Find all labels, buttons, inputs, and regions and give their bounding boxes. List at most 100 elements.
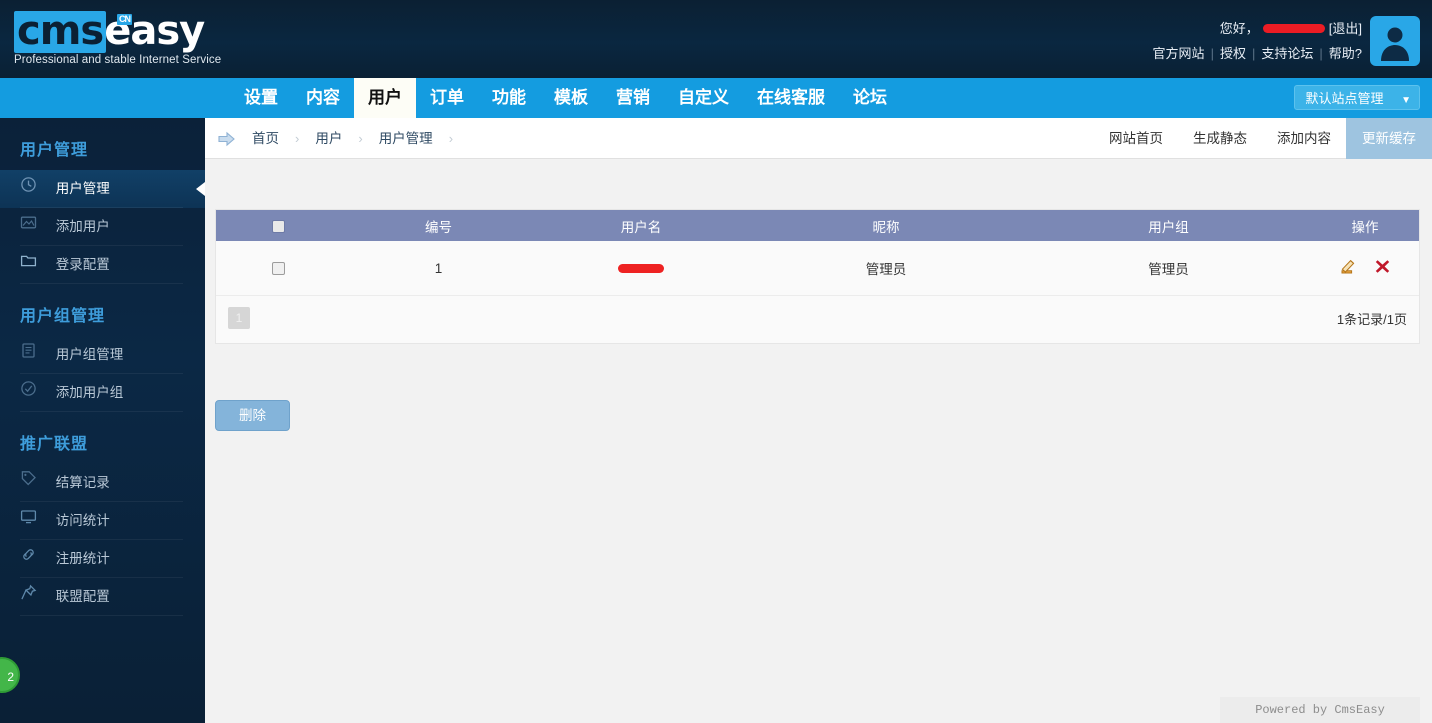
- col-username: 用户名: [536, 210, 746, 241]
- sidebar-item-label: 注册统计: [55, 551, 110, 567]
- breadcrumb-user-manage[interactable]: 用户管理: [379, 131, 433, 146]
- link-help[interactable]: 帮助?: [1329, 46, 1362, 61]
- table-header-row: 编号 用户名 昵称 用户组 操作: [216, 210, 1419, 241]
- sidebar-item-label: 访问统计: [55, 513, 110, 529]
- chevron-down-icon: ▼: [1401, 95, 1411, 106]
- action-site-home[interactable]: 网站首页: [1094, 118, 1178, 159]
- record-summary: 1条记录/1页: [1336, 312, 1407, 327]
- sidebar-section-title-affiliate: 推广联盟: [20, 436, 89, 453]
- col-id: 编号: [341, 210, 536, 241]
- cell-id: 1: [341, 241, 536, 295]
- document-icon: [20, 336, 44, 374]
- col-nickname: 昵称: [746, 210, 1026, 241]
- avatar[interactable]: [1370, 16, 1420, 66]
- nav-tab-features[interactable]: 功能: [478, 78, 540, 118]
- content-area: 编号 用户名 昵称 用户组 操作 1 管理员 管理员 1 1条记录/1页 删除 …: [205, 159, 1432, 723]
- folder-icon: [20, 246, 44, 284]
- col-usergroup: 用户组: [1026, 210, 1311, 241]
- link-support-forum[interactable]: 支持论坛: [1261, 46, 1313, 61]
- nav-tab-forum[interactable]: 论坛: [839, 78, 901, 118]
- select-all-checkbox[interactable]: [272, 219, 285, 233]
- delete-icon[interactable]: [1375, 259, 1390, 277]
- table-body: 1 管理员 管理员: [216, 241, 1419, 295]
- sidebar-item-label: 用户管理: [55, 181, 110, 197]
- breadcrumb-separator: ›: [358, 131, 363, 146]
- pin-icon: [20, 578, 44, 616]
- greeting-text: 您好，: [1219, 21, 1259, 36]
- edit-icon[interactable]: [1340, 258, 1357, 278]
- action-generate-static[interactable]: 生成静态: [1178, 118, 1262, 159]
- arrow-right-icon: [217, 129, 237, 154]
- monitor-icon: [20, 502, 44, 540]
- sidebar-item-add-usergroup[interactable]: 添加用户组: [0, 374, 205, 412]
- page-button-1[interactable]: 1: [228, 307, 250, 329]
- link-official-site[interactable]: 官方网站: [1153, 46, 1205, 61]
- col-operations: 操作: [1311, 210, 1419, 241]
- breadcrumb-bar: 首页 › 用户 › 用户管理 › 网站首页 生成静态 添加内容 更新缓存: [205, 118, 1432, 159]
- link-separator: |: [1251, 46, 1256, 61]
- logout-link[interactable]: [退出]: [1329, 21, 1362, 36]
- sidebar-item-label: 登录配置: [55, 257, 110, 273]
- site-selector[interactable]: 默认站点管理 ▼: [1294, 85, 1420, 110]
- nav-tab-settings[interactable]: 设置: [230, 78, 292, 118]
- breadcrumb-separator: ›: [295, 131, 300, 146]
- delete-button[interactable]: 删除: [215, 400, 290, 431]
- breadcrumb-users[interactable]: 用户: [315, 131, 342, 146]
- main-navbar: 设置 内容 用户 订单 功能 模板 营销 自定义 在线客服 论坛 默认站点管理 …: [0, 78, 1432, 118]
- nav-tab-users[interactable]: 用户: [354, 78, 416, 118]
- top-header: cmseasy CN Professional and stable Inter…: [0, 0, 1432, 78]
- active-pointer-icon: [196, 182, 205, 196]
- nav-items: 设置 内容 用户 订单 功能 模板 营销 自定义 在线客服 论坛: [230, 78, 901, 118]
- sidebar-item-login-config[interactable]: 登录配置: [0, 246, 205, 284]
- cell-usergroup: 管理员: [1026, 241, 1311, 295]
- sidebar-item-register-stats[interactable]: 注册统计: [0, 540, 205, 578]
- logo-cn-badge: CN: [117, 14, 132, 25]
- tag-icon: [20, 464, 44, 502]
- breadcrumb-home[interactable]: 首页: [252, 131, 279, 146]
- cell-select: [216, 241, 341, 295]
- nav-tab-marketing[interactable]: 营销: [602, 78, 664, 118]
- sidebar-item-settlement-records[interactable]: 结算记录: [0, 464, 205, 502]
- clock-icon: [20, 170, 44, 208]
- nav-tab-templates[interactable]: 模板: [540, 78, 602, 118]
- breadcrumb-actions: 网站首页 生成静态 添加内容 更新缓存: [1094, 118, 1432, 159]
- nav-tab-orders[interactable]: 订单: [416, 78, 478, 118]
- link-authorization[interactable]: 授权: [1220, 46, 1246, 61]
- table-header: 编号 用户名 昵称 用户组 操作: [216, 210, 1419, 241]
- notification-badge[interactable]: 2: [0, 657, 20, 693]
- check-circle-icon: [20, 374, 44, 412]
- sidebar-item-label: 用户组管理: [55, 347, 124, 363]
- link-icon: [20, 540, 44, 578]
- nav-tab-online-service[interactable]: 在线客服: [743, 78, 839, 118]
- nav-tab-content[interactable]: 内容: [292, 78, 354, 118]
- cell-actions: [1311, 241, 1419, 295]
- table-row: 1 管理员 管理员: [216, 241, 1419, 295]
- link-separator: |: [1210, 46, 1214, 61]
- sidebar-item-affiliate-config[interactable]: 联盟配置: [0, 578, 205, 616]
- sidebar-item-visit-stats[interactable]: 访问统计: [0, 502, 205, 540]
- sidebar: 用户管理 用户管理 添加用户 登录配置 用户组管理 用户组管理 添加用户组 推广…: [0, 118, 205, 723]
- nav-tab-custom[interactable]: 自定义: [664, 78, 743, 118]
- pagination: 1 1条记录/1页: [216, 295, 1419, 343]
- user-table: 编号 用户名 昵称 用户组 操作 1 管理员 管理员: [216, 210, 1419, 295]
- logo[interactable]: cmseasy CN Professional and stable Inter…: [14, 11, 244, 69]
- image-icon: [20, 208, 44, 246]
- username-redacted: [1262, 24, 1325, 34]
- username-redacted-value: [618, 263, 664, 273]
- row-checkbox[interactable]: [272, 262, 285, 276]
- user-greeting-row: 您好， [退出]: [1220, 18, 1362, 37]
- sidebar-item-label: 添加用户组: [55, 385, 124, 401]
- logo-cms-text: cms: [14, 11, 107, 53]
- action-add-content[interactable]: 添加内容: [1262, 118, 1346, 159]
- sidebar-item-label: 添加用户: [55, 219, 110, 235]
- logo-wordmark: cmseasy CN: [14, 11, 244, 53]
- logo-tagline: Professional and stable Internet Service: [14, 54, 222, 66]
- action-refresh-cache[interactable]: 更新缓存: [1346, 118, 1432, 159]
- sidebar-item-usergroup-manage[interactable]: 用户组管理: [0, 336, 205, 374]
- sidebar-section-title-user: 用户管理: [20, 142, 89, 159]
- sidebar-section-title-usergroup: 用户组管理: [20, 308, 106, 325]
- sidebar-item-label: 结算记录: [55, 475, 110, 491]
- sidebar-item-add-user[interactable]: 添加用户: [0, 208, 205, 246]
- breadcrumb-separator: ›: [448, 131, 454, 146]
- sidebar-item-user-manage[interactable]: 用户管理: [0, 170, 205, 208]
